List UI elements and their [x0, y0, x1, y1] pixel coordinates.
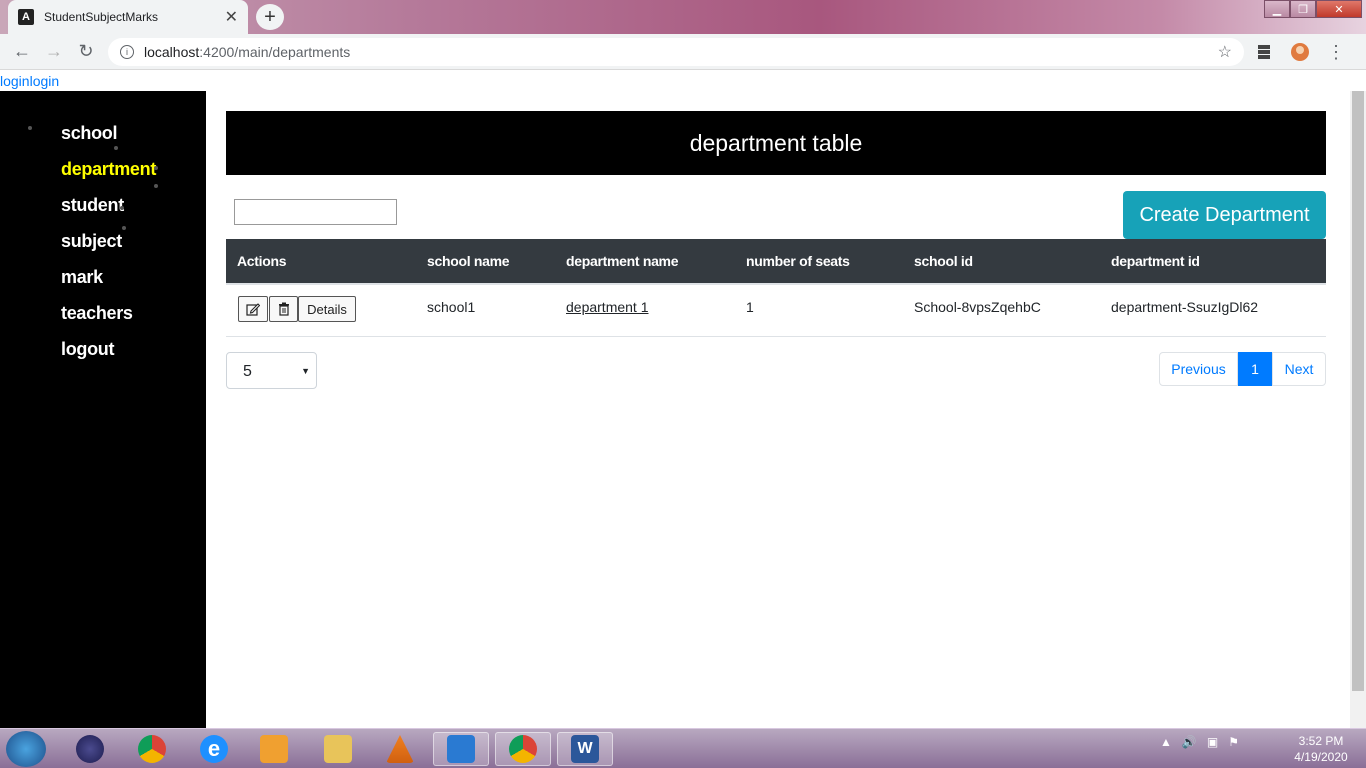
pagination-next[interactable]: Next — [1272, 352, 1326, 386]
volume-icon[interactable]: 🔊 — [1182, 735, 1197, 749]
show-hidden-icons-icon[interactable]: ▲ — [1160, 735, 1172, 749]
profile-avatar-icon[interactable] — [1288, 40, 1312, 64]
taskbar: e W ▲ 🔊 ▣ ⚑ 3:52 PM 4/19/2020 — [0, 728, 1366, 768]
scrollbar-thumb[interactable] — [1352, 91, 1364, 691]
close-tab-icon[interactable]: ✕ — [225, 7, 238, 27]
info-icon[interactable]: i — [120, 45, 134, 59]
window-title-bar: A StudentSubjectMarks ✕ + ▁ ❐ ✕ — [0, 0, 1366, 34]
column-header-actions: Actions — [237, 253, 287, 269]
trash-icon — [278, 302, 289, 316]
department-name-link[interactable]: department 1 — [566, 299, 649, 315]
details-button[interactable]: Details — [298, 296, 356, 322]
vlc-icon[interactable] — [372, 732, 428, 766]
action-center-flag-icon[interactable]: ⚑ — [1228, 735, 1239, 749]
chrome-active-icon[interactable] — [495, 732, 551, 766]
cell-department-id: department-SsuzIgDl62 — [1111, 299, 1259, 315]
internet-explorer-icon[interactable]: e — [186, 732, 242, 766]
toolbar-extensions: ⋮ — [1252, 40, 1348, 64]
menu-kebab-icon[interactable]: ⋮ — [1324, 40, 1348, 64]
page-title: department table — [226, 111, 1326, 175]
table-row: Details school1 department 1 1 School-8v… — [226, 285, 1326, 337]
clock[interactable]: 3:52 PM 4/19/2020 — [1286, 733, 1356, 765]
cell-number-of-seats: 1 — [746, 299, 754, 315]
decorative-dot — [28, 126, 32, 130]
back-arrow-icon[interactable]: ← — [6, 38, 38, 66]
forward-arrow-icon[interactable]: → — [38, 38, 70, 66]
browser-toolbar: ← → ↻ i localhost:4200/main/departments … — [0, 34, 1366, 70]
sidebar-item-student[interactable]: student — [0, 195, 206, 231]
create-department-button[interactable]: Create Department — [1123, 191, 1326, 239]
bookmark-star-icon[interactable]: ☆ — [1218, 42, 1232, 62]
login-strip: loginlogin — [0, 71, 1366, 91]
address-bar[interactable]: i localhost:4200/main/departments ☆ — [108, 38, 1244, 66]
cell-school-name: school1 — [427, 299, 476, 315]
sidebar-item-subject[interactable]: subject — [0, 231, 206, 267]
sidebar-item-logout[interactable]: logout — [0, 339, 206, 375]
minimize-icon[interactable]: ▁ — [1264, 0, 1290, 18]
clock-time: 3:52 PM — [1298, 734, 1344, 748]
column-header-department-id: department id — [1111, 253, 1200, 269]
network-icon[interactable]: ▣ — [1207, 735, 1218, 749]
url-path: :4200/main/departments — [199, 44, 351, 60]
column-header-number-of-seats: number of seats — [746, 253, 850, 269]
vscode-icon[interactable] — [433, 732, 489, 766]
word-icon[interactable]: W — [557, 732, 613, 766]
caret-down-icon: ▼ — [301, 366, 310, 376]
system-tray: ▲ 🔊 ▣ ⚑ — [1160, 735, 1239, 749]
page-size-value: 5 — [243, 363, 252, 380]
sidebar-item-teachers[interactable]: teachers — [0, 303, 206, 339]
file-explorer-icon[interactable] — [310, 732, 366, 766]
decorative-dot — [122, 226, 126, 230]
chrome-icon[interactable] — [124, 732, 180, 766]
edit-button[interactable] — [238, 296, 268, 322]
pagination-page-1[interactable]: 1 — [1238, 352, 1272, 386]
decorative-dot — [154, 184, 158, 188]
decorative-dot — [114, 146, 118, 150]
page-size-select[interactable]: 5 ▼ — [226, 352, 317, 389]
start-button[interactable] — [6, 731, 46, 767]
table-header: Actions school name department name numb… — [226, 239, 1326, 285]
pagination-previous[interactable]: Previous — [1159, 352, 1238, 386]
decorative-dot — [154, 166, 158, 170]
column-header-school-id: school id — [914, 253, 973, 269]
pagination: Previous 1 Next — [1159, 352, 1326, 386]
media-player-icon[interactable] — [246, 732, 302, 766]
search-input[interactable] — [234, 199, 397, 225]
close-window-icon[interactable]: ✕ — [1316, 0, 1362, 18]
column-header-school-name: school name — [427, 253, 510, 269]
new-tab-button[interactable]: + — [256, 4, 284, 30]
sidebar-item-mark[interactable]: mark — [0, 267, 206, 303]
login-link[interactable]: loginlogin — [0, 73, 59, 89]
maximize-icon[interactable]: ❐ — [1290, 0, 1316, 18]
url-host: localhost — [144, 44, 200, 60]
tab-title: StudentSubjectMarks — [44, 10, 159, 24]
angular-icon: A — [18, 9, 34, 25]
browser-tab[interactable]: A StudentSubjectMarks ✕ — [8, 0, 248, 34]
main-content: department table Create Department Actio… — [206, 91, 1350, 728]
url-text: localhost:4200/main/departments — [144, 44, 1218, 60]
reload-icon[interactable]: ↻ — [70, 38, 102, 66]
eclipse-icon[interactable] — [62, 732, 118, 766]
delete-button[interactable] — [269, 296, 298, 322]
edit-icon — [246, 303, 260, 316]
clock-date: 4/19/2020 — [1294, 750, 1348, 764]
column-header-department-name: department name — [566, 253, 679, 269]
decorative-dot — [120, 206, 124, 210]
department-table: Actions school name department name numb… — [226, 239, 1326, 337]
page-scrollbar[interactable] — [1350, 91, 1366, 728]
extension-icon[interactable] — [1252, 40, 1276, 64]
sidebar-item-department[interactable]: department — [0, 159, 206, 195]
cell-school-id: School-8vpsZqehbC — [914, 299, 1041, 315]
window-controls: ▁ ❐ ✕ — [1264, 0, 1362, 20]
sidebar: school department student subject mark t… — [0, 91, 206, 728]
